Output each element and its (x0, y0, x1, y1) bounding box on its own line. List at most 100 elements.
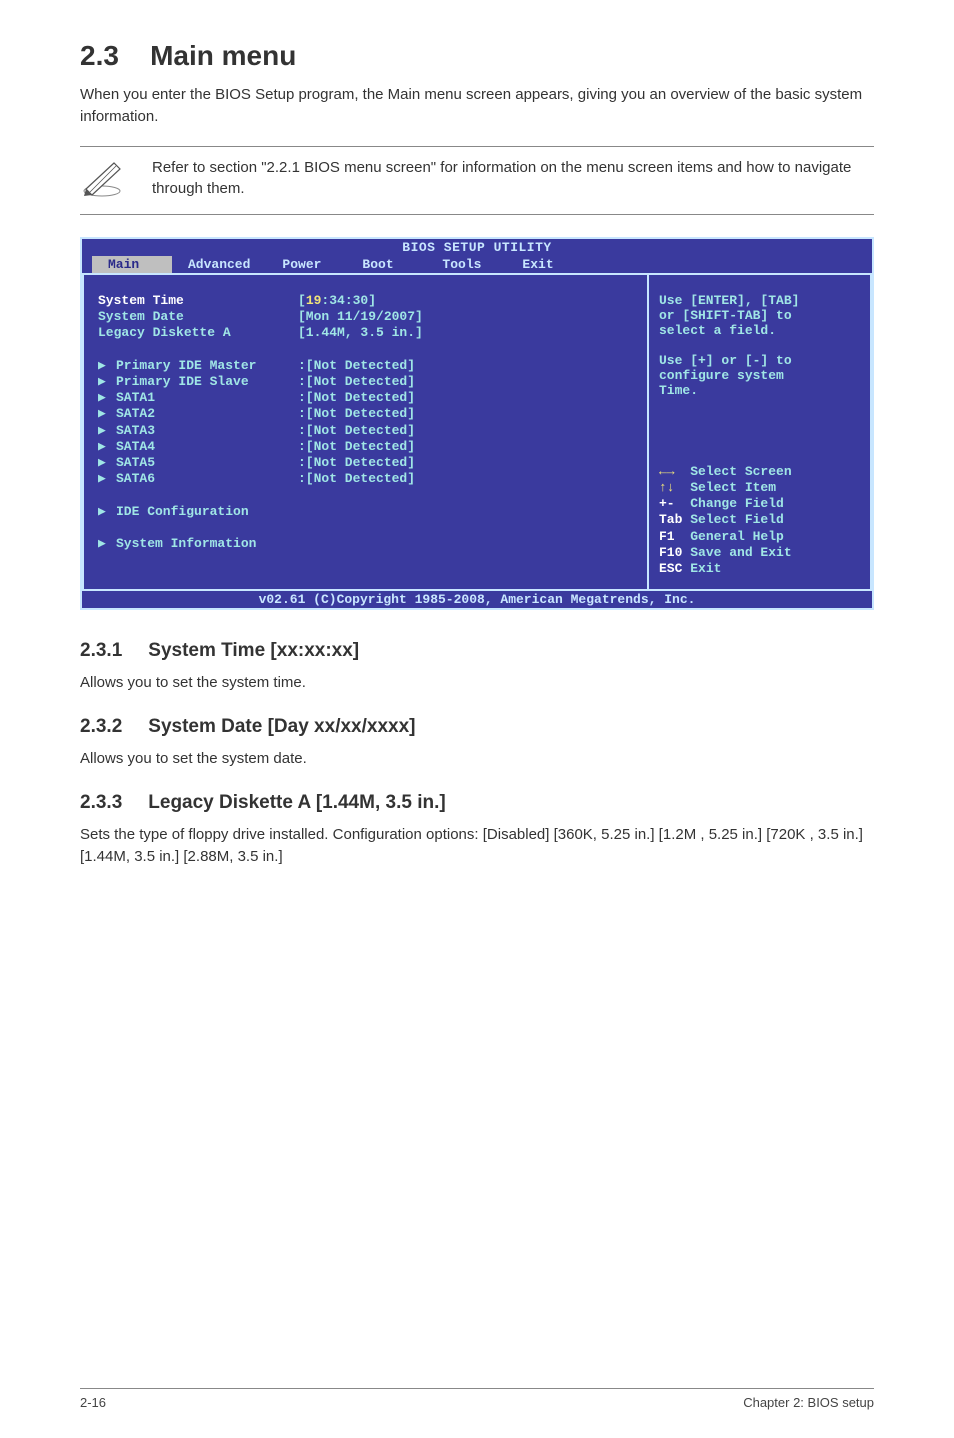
triangle-right-icon: ▶ (98, 439, 116, 455)
bios-device-row: ▶SATA1:[Not Detected] (98, 390, 635, 406)
bios-key-desc: Select Screen (690, 464, 791, 479)
bios-device-row: ▶SATA4:[Not Detected] (98, 439, 635, 455)
bios-label: IDE Configuration (116, 504, 316, 520)
triangle-right-icon: ▶ (98, 504, 116, 520)
bios-field-legacy-diskette: Legacy Diskette A[1.44M, 3.5 in.] (98, 325, 635, 341)
bios-device-row: ▶SATA2:[Not Detected] (98, 406, 635, 422)
bios-key-desc: Select Field (690, 512, 784, 527)
bios-key: ESC (659, 561, 690, 576)
bios-label: Primary IDE Master (116, 358, 298, 374)
triangle-right-icon: ▶ (98, 455, 116, 471)
bios-value: :[Not Detected] (298, 374, 415, 390)
bios-value: :[Not Detected] (298, 390, 415, 406)
triangle-right-icon: ▶ (98, 374, 116, 390)
subsection-body: Allows you to set the system time. (80, 672, 874, 694)
bios-label: SATA6 (116, 471, 298, 487)
section-intro: When you enter the BIOS Setup program, t… (80, 84, 874, 128)
triangle-right-icon: ▶ (98, 423, 116, 439)
bios-footer: v02.61 (C)Copyright 1985-2008, American … (82, 591, 872, 608)
bios-help-line: select a field. (659, 323, 860, 338)
triangle-right-icon: ▶ (98, 471, 116, 487)
bios-tab-exit: Exit (506, 256, 586, 273)
bios-value: :[Not Detected] (298, 406, 415, 422)
bios-submenu-system-info: ▶System Information (98, 536, 635, 552)
subsection-number: 2.3.2 (80, 716, 122, 738)
bios-label: Primary IDE Slave (116, 374, 298, 390)
chapter-label: Chapter 2: BIOS setup (743, 1395, 874, 1410)
bios-device-row: ▶SATA3:[Not Detected] (98, 423, 635, 439)
bios-key: F1 (659, 529, 690, 544)
bios-help-pane: Use [ENTER], [TAB] or [SHIFT-TAB] to sel… (647, 273, 872, 592)
bios-header: BIOS SETUP UTILITY (82, 239, 872, 256)
bios-label: SATA3 (116, 423, 298, 439)
subsection-body: Allows you to set the system date. (80, 748, 874, 770)
bios-key: +- (659, 496, 690, 511)
bios-label: System Time (98, 293, 298, 309)
bios-device-row: ▶Primary IDE Master:[Not Detected] (98, 358, 635, 374)
bios-field-system-time: System Time[19:34:30] (98, 293, 635, 309)
subsection-title: System Time [xx:xx:xx] (148, 640, 359, 662)
bios-value: :[Not Detected] (298, 471, 415, 487)
bios-value: [Mon 11/19/2007] (298, 309, 423, 325)
note-callout: Refer to section "2.2.1 BIOS menu screen… (80, 146, 874, 215)
bios-help-line: Use [+] or [-] to (659, 353, 860, 368)
bios-submenu-ide-config: ▶IDE Configuration (98, 504, 635, 520)
bios-tab-tools: Tools (426, 256, 506, 273)
bios-left-pane: System Time[19:34:30] System Date[Mon 11… (82, 273, 647, 592)
bios-label: SATA5 (116, 455, 298, 471)
bios-field-system-date: System Date[Mon 11/19/2007] (98, 309, 635, 325)
note-text: Refer to section "2.2.1 BIOS menu screen… (152, 157, 874, 201)
bios-help-line: Time. (659, 383, 860, 398)
bios-value: [1.44M, 3.5 in.] (298, 325, 423, 341)
bios-label: SATA4 (116, 439, 298, 455)
bios-device-row: ▶SATA6:[Not Detected] (98, 471, 635, 487)
bios-value: :[Not Detected] (298, 358, 415, 374)
bios-label: SATA1 (116, 390, 298, 406)
bios-help-line: Use [ENTER], [TAB] (659, 293, 860, 308)
bios-key: Tab (659, 512, 690, 527)
subsection-body: Sets the type of floppy drive installed.… (80, 824, 874, 868)
bios-help-line: or [SHIFT-TAB] to (659, 308, 860, 323)
subsection-heading: 2.3.2 System Date [Day xx/xx/xxxx] (80, 716, 874, 738)
subsection-title: System Date [Day xx/xx/xxxx] (148, 716, 415, 738)
triangle-right-icon: ▶ (98, 358, 116, 374)
bios-label: System Date (98, 309, 298, 325)
bios-tab-power: Power (266, 256, 346, 273)
subsection-title: Legacy Diskette A [1.44M, 3.5 in.] (148, 792, 445, 814)
bios-value: :[Not Detected] (298, 423, 415, 439)
bios-key-desc: Exit (690, 561, 721, 576)
bios-label: Legacy Diskette A (98, 325, 298, 341)
bios-device-row: ▶SATA5:[Not Detected] (98, 455, 635, 471)
bios-setup-screenshot: BIOS SETUP UTILITY Main Advanced Power B… (80, 237, 874, 611)
bios-key-desc: Save and Exit (690, 545, 791, 560)
triangle-right-icon: ▶ (98, 536, 116, 552)
page-footer: 2-16 Chapter 2: BIOS setup (80, 1388, 874, 1410)
bios-help-line: configure system (659, 368, 860, 383)
section-number: 2.3 (80, 40, 119, 71)
bios-label: System Information (116, 536, 316, 552)
bios-tab-advanced: Advanced (172, 256, 266, 273)
subsection-heading: 2.3.1 System Time [xx:xx:xx] (80, 640, 874, 662)
section-heading: 2.3 Main menu (80, 40, 874, 72)
subsection-number: 2.3.1 (80, 640, 122, 662)
bios-value: :[Not Detected] (298, 439, 415, 455)
bios-label: SATA2 (116, 406, 298, 422)
pencil-icon (80, 157, 124, 204)
subsection-number: 2.3.3 (80, 792, 122, 814)
bios-key: F10 (659, 545, 690, 560)
bios-key-legend: ←→ Select Screen ↑↓ Select Item +- Chang… (659, 464, 860, 578)
bios-key-desc: Change Field (690, 496, 784, 511)
arrows-ud-icon: ↑↓ (659, 480, 690, 495)
bios-value: [19:34:30] (298, 293, 376, 309)
triangle-right-icon: ▶ (98, 406, 116, 422)
bios-time-hour: 19 (306, 293, 322, 308)
bios-key-desc: Select Item (690, 480, 776, 495)
bios-tab-bar: Main Advanced Power Boot Tools Exit (82, 256, 872, 273)
bios-key-desc: General Help (690, 529, 784, 544)
arrows-lr-icon: ←→ (659, 464, 690, 479)
bios-device-row: ▶Primary IDE Slave:[Not Detected] (98, 374, 635, 390)
bios-tab-main: Main (92, 256, 172, 273)
triangle-right-icon: ▶ (98, 390, 116, 406)
bios-tab-boot: Boot (346, 256, 426, 273)
section-title-text: Main menu (150, 40, 296, 71)
